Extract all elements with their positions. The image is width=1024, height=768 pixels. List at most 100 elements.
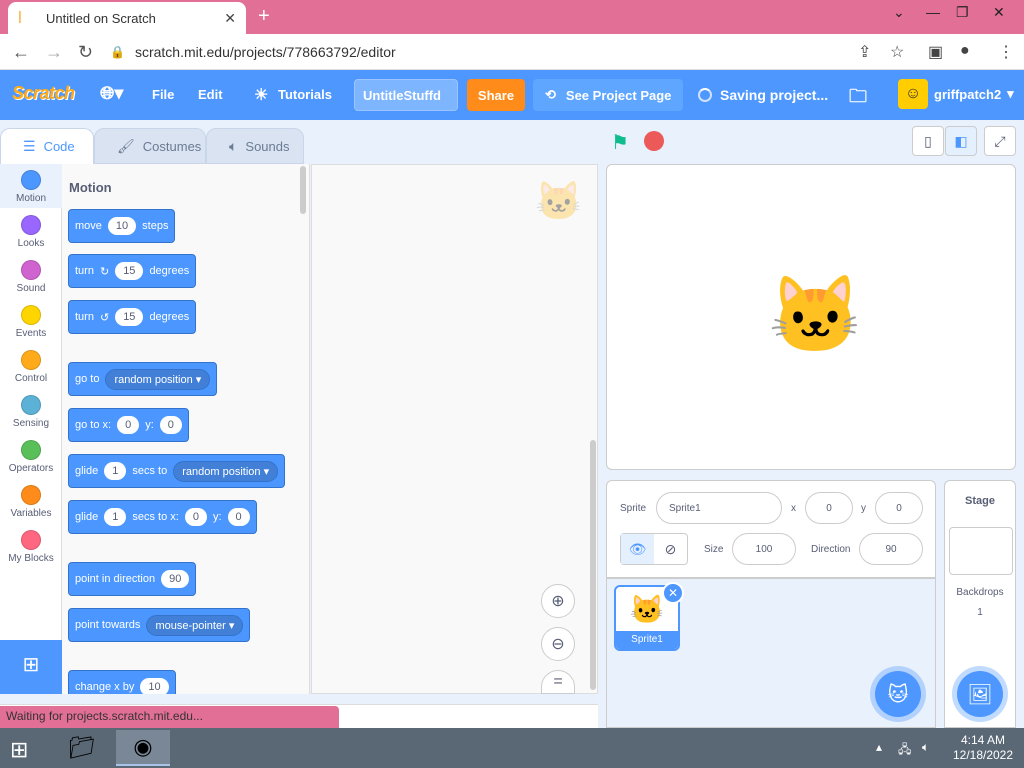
add-sprite-icon[interactable]: 🐱︎ (875, 671, 921, 717)
project-title-input[interactable]: UntitleStuffd (354, 79, 458, 111)
category-label: Motion (15, 193, 46, 204)
tab-code[interactable]: ☰ Code (0, 128, 94, 164)
scratch-favicon-icon: ꟾ (18, 11, 22, 26)
windows-start-icon[interactable]: ⊞ (10, 737, 28, 763)
change-x-input[interactable]: 10 (140, 678, 169, 694)
category-variables[interactable]: Variables (0, 479, 62, 523)
file-explorer-icon[interactable]: 📁︎ (55, 730, 109, 766)
go-to-dropdown[interactable]: random position ▾ (105, 368, 211, 390)
degrees-input[interactable]: 15 (115, 262, 144, 280)
script-scrollbar[interactable] (590, 440, 596, 690)
zoom-in-icon[interactable]: ⊕ (541, 584, 575, 618)
browser-menu-icon[interactable]: ⋮ (998, 42, 1014, 62)
delete-sprite-icon[interactable]: ✕ (662, 582, 684, 604)
new-tab-button[interactable]: + (258, 5, 270, 28)
y-input[interactable]: 0 (875, 492, 923, 524)
glide-to-xy-block[interactable]: glide 1 secs to x: 0 y: 0 (68, 500, 257, 534)
reload-icon[interactable]: ↻ (78, 42, 93, 63)
chrome-icon[interactable]: ◉ (116, 730, 170, 766)
minimize-icon[interactable]: — (926, 4, 940, 20)
category-motion[interactable]: Motion (0, 164, 62, 208)
tray-chevron-up-icon[interactable]: ▴ (876, 740, 882, 754)
back-icon[interactable]: ← (12, 42, 30, 63)
x-input[interactable]: 0 (184, 508, 207, 526)
visibility-toggle: 👁︎ ⊘ (620, 533, 688, 565)
my-blocks-dot-icon (21, 530, 41, 550)
side-panel-icon[interactable]: ▣ (928, 42, 943, 62)
turn-left-block[interactable]: turn ↺ 15 degrees (68, 300, 197, 334)
sprite-name-input[interactable]: Sprite1 (656, 492, 782, 524)
tab-costumes[interactable]: 🖌︎ Costumes (94, 128, 206, 164)
degrees-input[interactable]: 15 (115, 308, 144, 326)
secs-input[interactable]: 1 (104, 508, 127, 526)
palette-section-title: Motion (69, 180, 112, 195)
x-input[interactable]: 0 (117, 416, 140, 434)
network-icon[interactable]: 🖧︎ (898, 740, 911, 761)
category-sound[interactable]: Sound (0, 254, 62, 298)
add-extension-button[interactable]: ⊞ (0, 640, 62, 694)
move-steps-block[interactable]: move 10 steps (68, 209, 176, 243)
my-stuff-folder-icon[interactable]: 🗀 (849, 84, 867, 114)
y-input[interactable]: 0 (159, 416, 182, 434)
language-globe-icon[interactable]: 🌐︎▾ (100, 83, 123, 104)
direction-input[interactable]: 90 (859, 533, 923, 565)
point-towards-dropdown[interactable]: mouse-pointer ▾ (146, 614, 244, 636)
category-control[interactable]: Control (0, 344, 62, 388)
palette-scrollbar[interactable] (300, 166, 306, 214)
scratch-logo[interactable]: Scratch (12, 83, 75, 104)
share-button[interactable]: Share (467, 79, 525, 111)
close-tab-icon[interactable]: ✕ (224, 10, 236, 27)
system-clock[interactable]: 4:14 AM 12/18/2022 (950, 733, 1016, 763)
forward-icon[interactable]: → (45, 42, 63, 63)
y-input[interactable]: 0 (227, 508, 250, 526)
stop-icon[interactable] (644, 131, 664, 151)
point-towards-block[interactable]: point towards mouse-pointer ▾ (68, 608, 251, 642)
restore-icon[interactable]: ❐ (956, 4, 969, 21)
tab-sounds[interactable]: 🔈︎ Sounds (206, 128, 304, 164)
category-my-blocks[interactable]: My Blocks (0, 524, 62, 568)
steps-input[interactable]: 10 (107, 217, 137, 235)
green-flag-icon[interactable]: ⚑ (611, 130, 629, 155)
secs-input[interactable]: 1 (104, 462, 127, 480)
sprite-cat-on-stage[interactable]: 🐱 (768, 270, 863, 360)
close-window-icon[interactable]: ✕ (993, 4, 1005, 21)
see-project-page-button[interactable]: ⟲ See Project Page (533, 79, 683, 111)
change-x-block[interactable]: change x by 10 (68, 670, 176, 694)
volume-icon[interactable]: 🔈︎ (922, 740, 929, 755)
go-to-xy-block[interactable]: go to x: 0 y: 0 (68, 408, 189, 442)
profile-icon[interactable]: ● (960, 42, 970, 60)
point-in-direction-block[interactable]: point in direction 90 (68, 562, 197, 596)
tutorials-bulb-icon[interactable]: ☀ (254, 85, 268, 105)
bookmark-star-icon[interactable]: ☆ (890, 42, 904, 62)
url-field[interactable]: 🔒 scratch.mit.edu/projects/778663792/edi… (110, 38, 910, 66)
hide-eye-icon[interactable]: ⊘ (654, 534, 687, 564)
small-stage-icon[interactable]: ▯ (912, 126, 944, 156)
add-extension-icon: ⊞ (22, 654, 40, 676)
url-text: scratch.mit.edu/projects/778663792/edito… (134, 44, 396, 60)
share-page-icon[interactable]: ⇪ (858, 42, 871, 62)
fullscreen-icon[interactable]: ⤢ (984, 126, 1016, 156)
sprite-label: Sprite (620, 503, 647, 514)
show-eye-icon[interactable]: 👁︎ (621, 534, 654, 564)
category-looks[interactable]: Looks (0, 209, 62, 253)
zoom-out-icon[interactable]: ⊖ (541, 627, 575, 661)
account-menu[interactable]: ☺ griffpatch2 ▾ (898, 79, 1014, 109)
x-input[interactable]: 0 (805, 492, 853, 524)
category-operators[interactable]: Operators (0, 434, 62, 478)
glide-to-block[interactable]: glide 1 secs to random position ▾ (68, 454, 286, 488)
browser-tab[interactable]: ꟾ Untitled on Scratch ✕ (8, 2, 246, 34)
size-input[interactable]: 100 (732, 533, 796, 565)
direction-input[interactable]: 90 (161, 570, 190, 588)
control-dot-icon (21, 350, 41, 370)
file-menu[interactable]: File (152, 87, 174, 102)
turn-right-block[interactable]: turn ↻ 15 degrees (68, 254, 197, 288)
add-backdrop-icon[interactable]: 🖼︎ (957, 671, 1003, 717)
normal-stage-icon[interactable]: ◧ (945, 126, 977, 156)
category-sensing[interactable]: Sensing (0, 389, 62, 433)
category-events[interactable]: Events (0, 299, 62, 343)
edit-menu[interactable]: Edit (198, 87, 223, 102)
go-to-block[interactable]: go to random position ▾ (68, 362, 218, 396)
tutorials-menu[interactable]: Tutorials (278, 87, 332, 102)
glide-dropdown[interactable]: random position ▾ (173, 460, 279, 482)
minimize-window-icon[interactable]: ⌄ (893, 4, 905, 21)
